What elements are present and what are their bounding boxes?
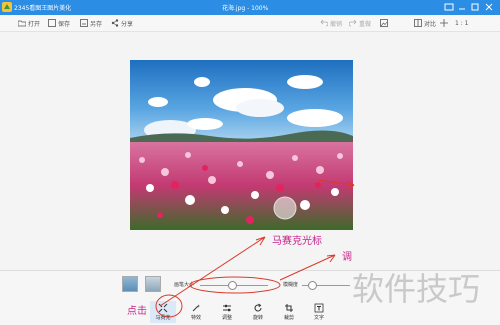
app-logo-icon bbox=[2, 2, 12, 12]
click-annotation: 点击 bbox=[127, 306, 147, 317]
mosaic-style-thumb-1[interactable] bbox=[122, 276, 138, 292]
compare-button[interactable]: 对比 bbox=[414, 18, 436, 28]
redo-label: 重做 bbox=[359, 20, 372, 28]
open-label: 打开 bbox=[28, 20, 41, 28]
share-button[interactable]: 分享 bbox=[111, 18, 133, 28]
save-as-icon bbox=[80, 19, 88, 27]
adjust-annotation: 调 bbox=[342, 252, 352, 263]
minimize-icon[interactable] bbox=[457, 2, 467, 12]
compare-label: 对比 bbox=[424, 20, 437, 28]
original-size-button[interactable] bbox=[380, 18, 388, 28]
crop-icon bbox=[285, 304, 293, 312]
tool-crop[interactable]: 裁剪 bbox=[276, 301, 302, 323]
skin-icon[interactable] bbox=[444, 2, 454, 12]
document-title: 花海.jpg - 100% bbox=[222, 5, 269, 12]
redo-icon bbox=[349, 19, 357, 27]
tool-adjust[interactable]: 调整 bbox=[214, 301, 240, 323]
magic-wand-icon bbox=[192, 304, 200, 312]
fit-button[interactable] bbox=[440, 18, 448, 28]
watermark-text: 软件技巧 bbox=[352, 270, 481, 308]
share-label: 分享 bbox=[121, 20, 134, 28]
tool-mosaic[interactable]: 马赛克 bbox=[150, 301, 176, 323]
text-icon bbox=[314, 303, 324, 313]
mosaic-icon bbox=[158, 303, 168, 313]
ratio-label: 1 : 1 bbox=[455, 19, 469, 27]
image-icon bbox=[380, 19, 388, 27]
maximize-icon[interactable] bbox=[470, 2, 480, 12]
undo-label: 撤销 bbox=[330, 20, 343, 28]
undo-button[interactable]: 撤销 bbox=[320, 18, 342, 28]
cursor-annotation: 马赛克光标 bbox=[272, 236, 322, 247]
mosaic-style-thumb-2[interactable] bbox=[145, 276, 161, 292]
ratio-button[interactable]: 1 : 1 bbox=[455, 18, 468, 28]
tool-rotate[interactable]: 旋转 bbox=[245, 301, 271, 323]
app-title: 2345看图王图片美化 bbox=[14, 5, 72, 12]
brush-size-label: 画笔大小 bbox=[174, 282, 195, 288]
blur-label: 模糊度 bbox=[283, 282, 299, 288]
top-toolbar: 打开 保存 另存 分享 撤销 重做 对比 1 : 1 bbox=[0, 15, 500, 32]
rotate-icon bbox=[254, 303, 262, 312]
move-icon bbox=[440, 19, 448, 27]
tool-label: 调整 bbox=[221, 315, 232, 321]
save-as-label: 另存 bbox=[90, 20, 103, 28]
flower-field-photo bbox=[130, 60, 353, 230]
share-icon bbox=[111, 19, 119, 27]
close-icon[interactable] bbox=[484, 2, 494, 12]
folder-icon bbox=[18, 20, 26, 27]
undo-icon bbox=[320, 19, 328, 27]
tool-label: 特效 bbox=[190, 315, 201, 321]
compare-icon bbox=[414, 19, 422, 27]
photo-image[interactable] bbox=[130, 60, 353, 230]
blur-knob[interactable] bbox=[307, 281, 317, 290]
save-icon bbox=[48, 19, 56, 27]
brush-size-knob[interactable] bbox=[227, 281, 237, 290]
save-label: 保存 bbox=[58, 20, 71, 28]
mosaic-brush-cursor bbox=[273, 196, 297, 220]
open-button[interactable]: 打开 bbox=[18, 18, 40, 28]
redo-button[interactable]: 重做 bbox=[349, 18, 371, 28]
title-bar: 2345看图王图片美化 花海.jpg - 100% bbox=[0, 0, 500, 15]
sliders-icon bbox=[223, 304, 231, 312]
tool-label: 旋转 bbox=[252, 315, 263, 321]
tool-label: 裁剪 bbox=[283, 315, 294, 321]
tool-effects[interactable]: 特效 bbox=[183, 301, 209, 323]
save-as-button[interactable]: 另存 bbox=[80, 18, 102, 28]
save-button[interactable]: 保存 bbox=[48, 18, 70, 28]
tool-label: 马赛克 bbox=[155, 315, 171, 321]
tool-text[interactable]: 文字 bbox=[306, 301, 332, 323]
tool-label: 文字 bbox=[313, 315, 324, 321]
